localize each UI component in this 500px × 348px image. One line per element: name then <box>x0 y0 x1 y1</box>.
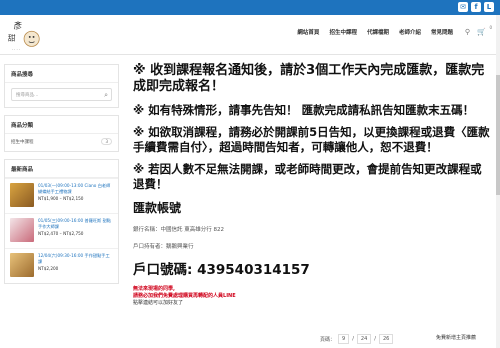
account-number: 戶口號碼: 439540314157 <box>133 261 310 278</box>
notice-paragraph-4: ※ 若因人數不足無法開課，或老師時間更改，會提前告知更改課程或退費！ <box>133 161 482 192</box>
nav-courses[interactable]: 招生中課程 <box>324 28 362 36</box>
latest-products-title: 最新商品 <box>5 160 118 178</box>
product-name[interactable]: 12/04(六)09:30-16:00 手作甜點手工課 <box>38 253 113 264</box>
product-item[interactable]: 01/03(一)09:00-13:00 Ciano 白老師 蝴蝶結手工禮物課 N… <box>5 178 118 213</box>
page-scrollbar[interactable] <box>496 15 500 348</box>
next-page-link[interactable]: 免費新增主頁推薦 <box>436 334 476 341</box>
product-item[interactable]: 12/04(六)09:30-16:00 手作甜點手工課 NT$2,200 <box>5 248 118 283</box>
nav-home[interactable]: 網站首頁 <box>292 28 324 36</box>
latest-products-widget: 最新商品 01/03(一)09:00-13:00 Ciano 白老師 蝴蝶結手工… <box>4 159 119 284</box>
mail-icon[interactable]: ✉ <box>458 2 468 12</box>
cart-count: 0 <box>489 25 492 30</box>
facebook-icon[interactable]: f <box>471 2 481 12</box>
page-separator: / <box>352 336 354 342</box>
product-thumbnail[interactable] <box>10 218 34 242</box>
pagination: 頁碼： 9 / 24 / 26 <box>320 334 394 344</box>
search-placeholder: 搜尋商品… <box>16 93 39 98</box>
main-content: ※ 收到課程報名通知後，請於3個工作天內完成匯款，匯款完成即完成報名！ ※ 如有… <box>133 63 493 307</box>
nav-teachers[interactable]: 老師介紹 <box>394 28 426 36</box>
product-name[interactable]: 01/03(一)09:00-13:00 Ciano 白老師 蝴蝶結手工禮物課 <box>38 183 113 194</box>
notice-paragraph-2: ※ 如有特殊情形，請事先告知！ 匯款完成請私訊告知匯款末五碼！ <box>133 103 475 117</box>
notice-paragraph-1: ※ 收到課程報名通知後，請於3個工作天內完成匯款，匯款完成即完成報名！ <box>133 63 485 94</box>
product-thumbnail[interactable] <box>10 253 34 277</box>
page-separator: / <box>374 336 376 342</box>
site-logo[interactable]: 彥 甜 · · · · <box>6 16 44 54</box>
pagination-label: 頁碼： <box>320 336 336 343</box>
product-search-input[interactable]: 搜尋商品… ⌕ <box>11 88 112 101</box>
product-price: NT$2,470 – NT$2,750 <box>38 231 84 236</box>
scrollbar-thumb[interactable] <box>496 75 500 195</box>
category-name[interactable]: 招生中課程 <box>11 139 34 145</box>
svg-text:甜: 甜 <box>8 33 16 43</box>
bank-name: 銀行名稱：中國信託 東高雄分行 822 <box>133 226 224 233</box>
product-item[interactable]: 01/05(三)09:00-16:00 普羅旺斯 甜點手作大師課 NT$2,47… <box>5 213 118 248</box>
page-link[interactable]: 24 <box>356 334 372 344</box>
category-item[interactable]: 招生中課程 3 <box>5 134 118 151</box>
top-bar: ✉ f L <box>0 0 500 15</box>
search-icon[interactable]: ⚲ <box>465 28 470 36</box>
site-header: 彥 甜 · · · · 網站首頁 招生中課程 代課檔期 老師介紹 常見問題 ⚲ … <box>0 15 500 55</box>
product-price: NT$1,900 – NT$2,150 <box>38 196 84 201</box>
category-count: 3 <box>101 138 112 145</box>
note-red-2[interactable]: 請務必加我們免費處理購買再轉配的人員LINE <box>133 293 493 300</box>
notice-paragraph-3: ※ 如欲取消課程，請務必於開課前5日告知，以更換課程或退費〈匯款手續費需自付〉，… <box>133 124 490 155</box>
product-price: NT$2,200 <box>38 266 59 271</box>
main-nav: 網站首頁 招生中課程 代課檔期 老師介紹 常見問題 <box>292 28 458 36</box>
note-red-1: 無法來現場的同學, <box>133 285 175 292</box>
product-thumbnail[interactable] <box>10 183 34 207</box>
svg-text:彥: 彥 <box>14 19 23 31</box>
page-link[interactable]: 26 <box>378 334 394 344</box>
search-widget-title: 商品搜尋 <box>5 65 118 83</box>
note-link[interactable]: 點擊連結可以加好友了 <box>133 300 493 307</box>
nav-schedule[interactable]: 代課檔期 <box>362 28 394 36</box>
search-icon[interactable]: ⌕ <box>104 91 108 99</box>
sidebar: 商品搜尋 搜尋商品… ⌕ 商品分類 招生中課程 3 最新商品 01/03(一)0… <box>4 64 119 291</box>
bank-heading: 匯款帳號 <box>133 200 182 215</box>
category-widget-title: 商品分類 <box>5 116 118 134</box>
cart-icon[interactable]: 🛒 <box>477 28 486 36</box>
nav-faq[interactable]: 常見問題 <box>426 28 458 36</box>
product-name[interactable]: 01/05(三)09:00-16:00 普羅旺斯 甜點手作大師課 <box>38 218 113 229</box>
account-holder: 戶口持有者：鵝鵝興業行 <box>133 243 194 250</box>
category-widget: 商品分類 招生中課程 3 <box>4 115 119 152</box>
page-current[interactable]: 9 <box>338 334 350 344</box>
social-icons: ✉ f L <box>458 2 494 12</box>
line-notes: 無法來現場的同學, 請務必加我們免費處理購買再轉配的人員LINE 點擊連結可以加… <box>133 286 493 307</box>
svg-text:· · · ·: · · · · <box>12 47 20 52</box>
line-icon[interactable]: L <box>484 2 494 12</box>
search-widget: 商品搜尋 搜尋商品… ⌕ <box>4 64 119 108</box>
